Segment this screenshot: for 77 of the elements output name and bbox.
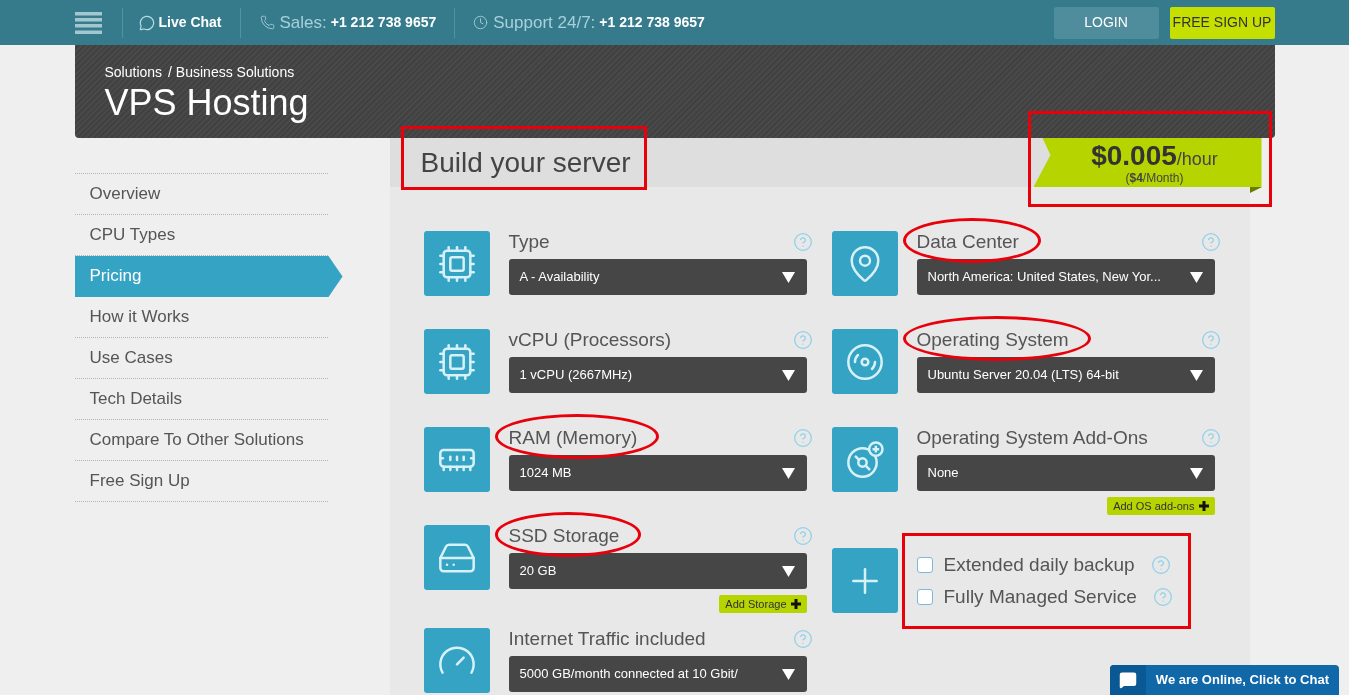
live-chat-link[interactable]: Live Chat	[138, 12, 222, 33]
checkbox[interactable]	[916, 588, 933, 605]
add-button[interactable]: Add Storage	[719, 595, 807, 613]
dropdown[interactable]: Ubuntu Server 20.04 (LTS) 64-bit	[916, 357, 1215, 393]
field-label: Data Center	[916, 231, 1019, 252]
field-label: SSD Storage	[508, 525, 620, 546]
option-label: Extended daily backup	[943, 552, 1135, 577]
monthly-price: ($4/Month)	[1125, 170, 1184, 185]
dropdown[interactable]: 1024 MB	[508, 455, 807, 491]
caret-icon	[1189, 271, 1203, 283]
sales-label: Sales:	[279, 11, 327, 34]
page-title: VPS Hosting	[104, 81, 310, 125]
caret-icon	[781, 271, 795, 283]
field-label: Internet Traffic included	[508, 628, 706, 649]
chip-icon	[423, 329, 490, 394]
help-icon[interactable]	[792, 629, 813, 649]
field-label: Type	[508, 231, 550, 252]
caret-icon	[781, 467, 795, 479]
caret-icon	[1189, 369, 1203, 381]
chat-bubble-icon	[1109, 665, 1146, 695]
field-label: Operating System	[916, 329, 1069, 350]
dropdown[interactable]: 20 GB	[508, 553, 807, 589]
caret-icon	[1189, 467, 1203, 479]
sidebar-item[interactable]: Use Cases	[74, 338, 328, 379]
sidebar-item[interactable]: Free Sign Up	[74, 461, 328, 502]
dropdown[interactable]: None	[916, 455, 1215, 491]
caret-icon	[781, 369, 795, 381]
sign-up-button[interactable]: FREE SIGN UP	[1169, 6, 1275, 39]
sidebar-item[interactable]: Overview	[74, 174, 328, 215]
phone-icon	[259, 15, 275, 30]
disc-plus-icon	[831, 427, 898, 492]
gauge-icon	[423, 628, 490, 693]
dropdown[interactable]: 1 vCPU (2667MHz)	[508, 357, 807, 393]
help-icon[interactable]	[792, 330, 813, 350]
option-label: Fully Managed Service	[943, 584, 1137, 609]
phone-number: +1 212 738 9657	[330, 13, 437, 32]
plus-icon	[831, 548, 898, 613]
dropdown[interactable]: North America: United States, New Yor...	[916, 259, 1215, 295]
field-label: Operating System Add-Ons	[916, 427, 1148, 448]
login-button[interactable]: LOGIN	[1053, 6, 1159, 39]
sidebar-item[interactable]: How it Works	[74, 297, 328, 338]
dropdown[interactable]: 5000 GB/month connected at 10 Gbit/	[508, 656, 807, 692]
price-unit: /hour	[1176, 148, 1218, 169]
field-label: vCPU (Processors)	[508, 329, 672, 350]
sidebar-item[interactable]: Tech Details	[74, 379, 328, 420]
breadcrumb-current: / Business Solutions	[168, 63, 295, 81]
help-icon[interactable]	[792, 232, 813, 252]
caret-icon	[781, 565, 795, 577]
sidebar-item[interactable]: Compare To Other Solutions	[74, 420, 328, 461]
clock-icon	[473, 15, 489, 30]
price-amount: $0.005	[1091, 140, 1177, 171]
help-icon[interactable]	[1200, 330, 1221, 350]
dropdown[interactable]: A - Availability	[508, 259, 807, 295]
support-label: Support 24/7:	[493, 11, 596, 34]
breadcrumb-link[interactable]: Solutions	[104, 63, 163, 81]
hard-drive-icon	[423, 525, 490, 590]
add-button[interactable]: Add OS add-ons	[1107, 497, 1215, 515]
help-icon[interactable]	[1150, 554, 1171, 575]
help-icon[interactable]	[792, 526, 813, 546]
chat-icon	[138, 14, 155, 31]
section-title: Build your server	[420, 146, 631, 178]
checkbox[interactable]	[916, 556, 933, 573]
help-icon[interactable]	[1200, 428, 1221, 448]
menu-icon[interactable]	[74, 11, 102, 34]
chat-button[interactable]: We are Online, Click to Chat	[1109, 665, 1339, 695]
field-label: RAM (Memory)	[508, 427, 638, 448]
memory-icon	[423, 427, 490, 492]
chip-icon	[423, 231, 490, 296]
map-pin-icon	[831, 231, 898, 296]
help-icon[interactable]	[792, 428, 813, 448]
caret-icon	[781, 668, 795, 680]
ribbon-fold-icon	[1249, 187, 1262, 193]
plus-icon	[1198, 501, 1209, 511]
plus-icon	[790, 599, 801, 609]
phone-number: +1 212 738 9657	[599, 13, 705, 32]
help-icon[interactable]	[1200, 232, 1221, 252]
help-icon[interactable]	[1152, 586, 1173, 607]
